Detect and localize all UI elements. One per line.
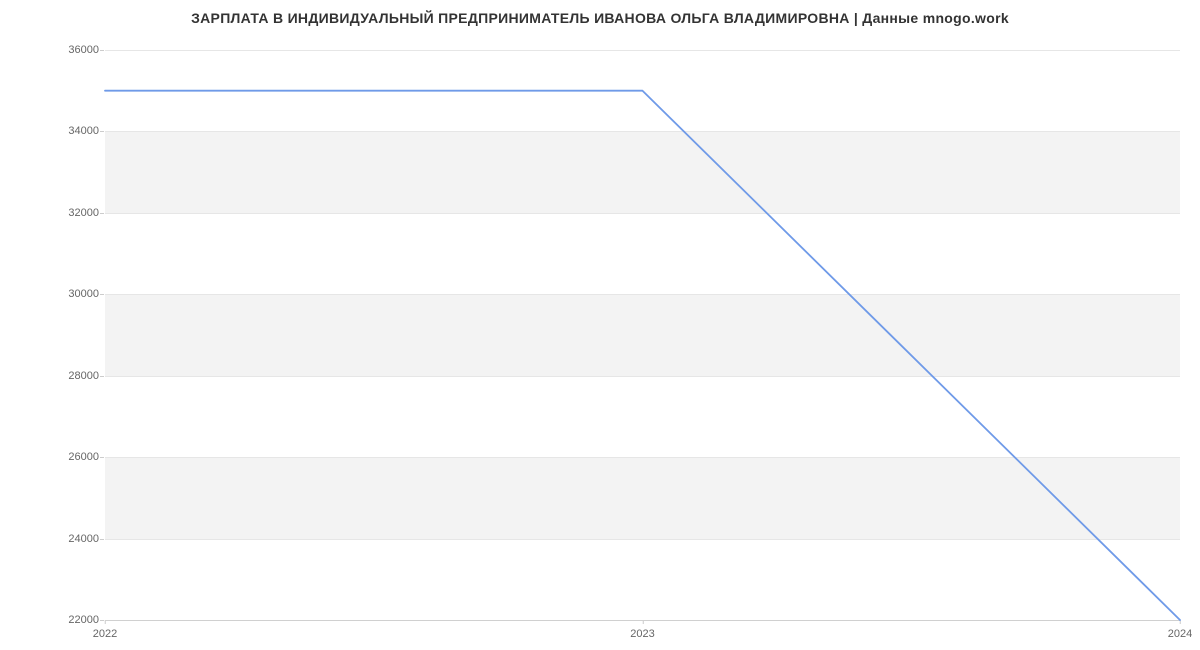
y-tick-label: 30000	[59, 288, 99, 300]
x-tick-label: 2024	[1168, 628, 1192, 640]
y-tick-label: 28000	[59, 370, 99, 382]
y-tick-label: 22000	[59, 614, 99, 626]
x-tick-label: 2022	[93, 628, 117, 640]
series-line-salary	[105, 91, 1180, 620]
salary-line-chart: ЗАРПЛАТА В ИНДИВИДУАЛЬНЫЙ ПРЕДПРИНИМАТЕЛ…	[0, 0, 1200, 650]
line-layer	[105, 50, 1180, 620]
plot-area	[105, 50, 1180, 621]
y-tick-label: 24000	[59, 533, 99, 545]
x-tick-label: 2023	[630, 628, 654, 640]
y-tick-label: 34000	[59, 125, 99, 137]
y-tick-label: 32000	[59, 207, 99, 219]
y-tick-label: 26000	[59, 451, 99, 463]
y-tick-label: 36000	[59, 44, 99, 56]
chart-title: ЗАРПЛАТА В ИНДИВИДУАЛЬНЫЙ ПРЕДПРИНИМАТЕЛ…	[0, 10, 1200, 26]
